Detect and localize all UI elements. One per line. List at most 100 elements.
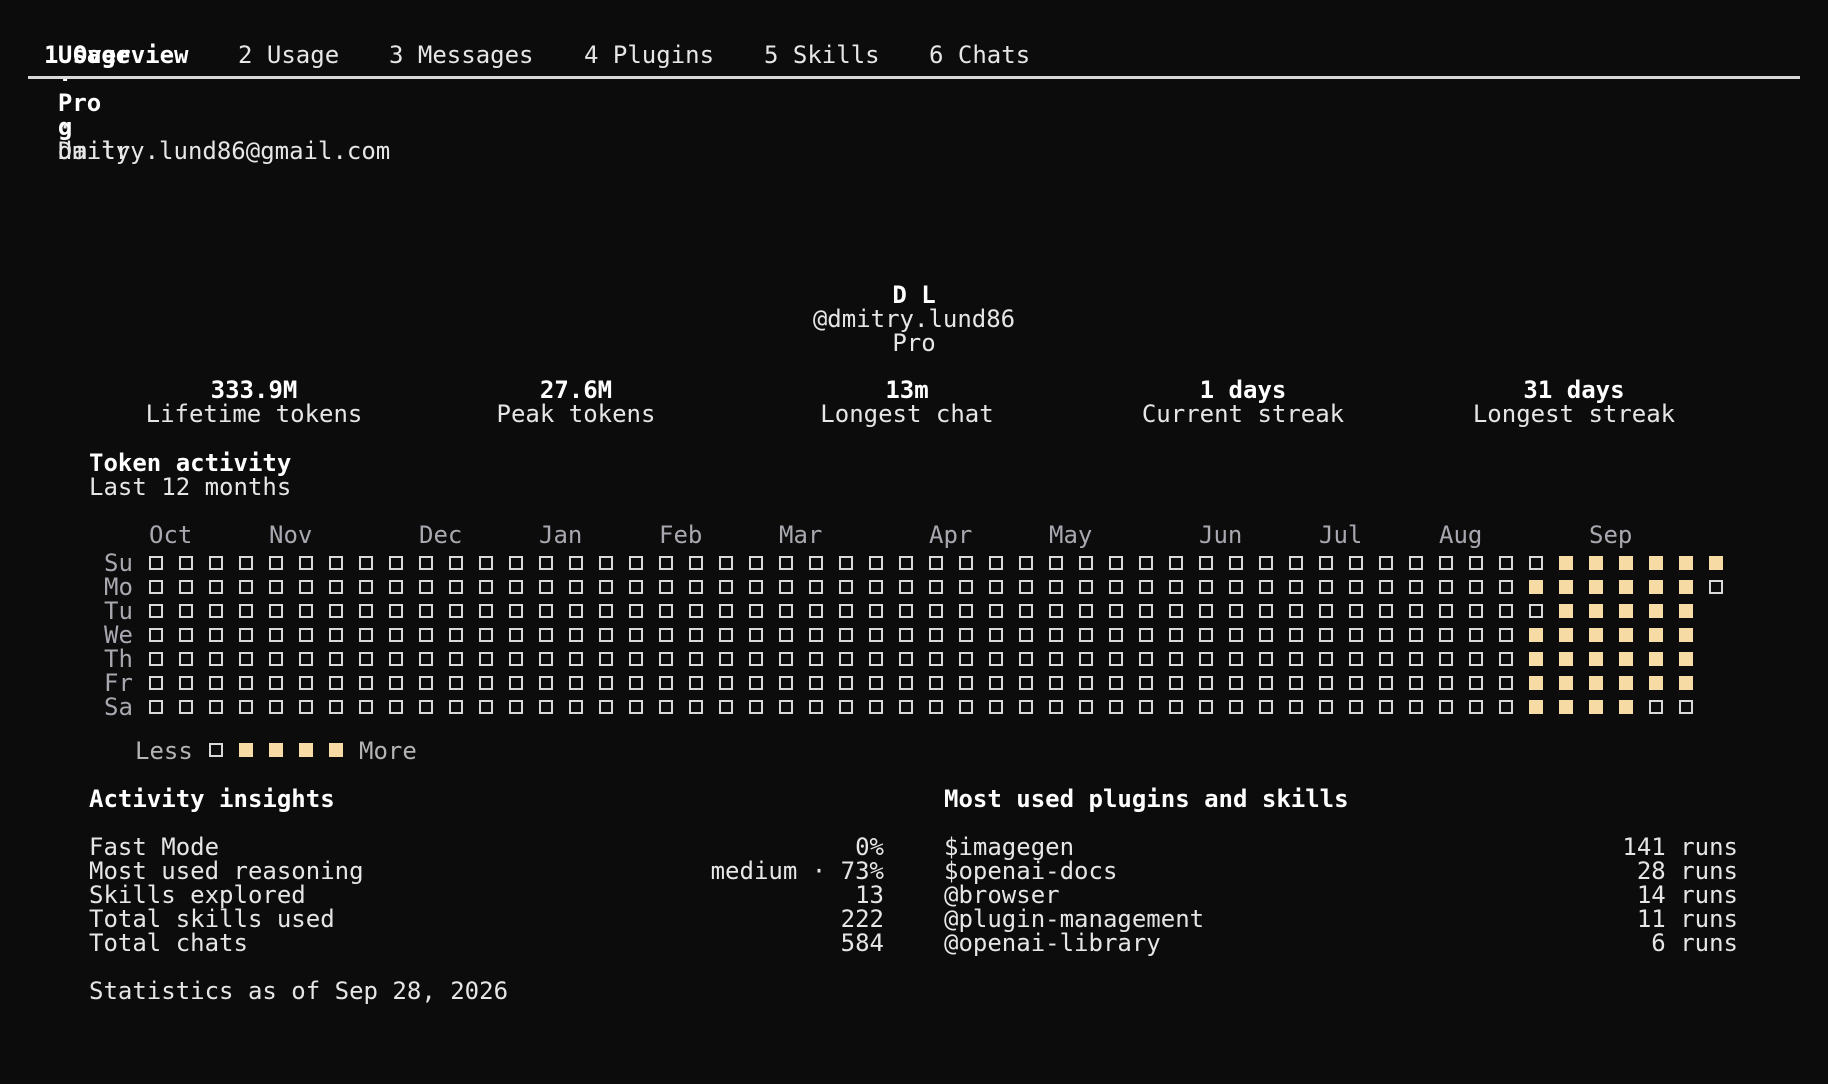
activity-cell xyxy=(509,628,523,642)
activity-cell xyxy=(509,700,523,714)
activity-cell-active xyxy=(1649,604,1663,618)
activity-cell xyxy=(149,700,163,714)
tab-chats[interactable]: 6 Chats xyxy=(929,43,1030,67)
activity-cell xyxy=(449,652,463,666)
activity-cell-active xyxy=(1529,700,1543,714)
activity-cell xyxy=(1109,676,1123,690)
activity-cell xyxy=(1289,604,1303,618)
activity-subtitle: Last 12 months xyxy=(89,473,292,501)
activity-cell xyxy=(719,580,733,594)
activity-cell xyxy=(1439,580,1453,594)
stat-value: 1 days xyxy=(1199,376,1287,404)
activity-cell xyxy=(869,580,883,594)
activity-cell xyxy=(929,556,943,570)
activity-cell xyxy=(809,604,823,618)
activity-cell xyxy=(239,652,253,666)
activity-cell xyxy=(689,556,703,570)
tab-overview[interactable]: 1 Overview xyxy=(44,43,189,67)
activity-cell-active xyxy=(1619,580,1633,594)
activity-cell xyxy=(1319,676,1333,690)
activity-cell xyxy=(1469,604,1483,618)
activity-cell xyxy=(329,556,343,570)
activity-cell xyxy=(869,700,883,714)
tab-skills[interactable]: 5 Skills xyxy=(764,43,880,67)
activity-cell xyxy=(269,556,283,570)
insight-value: 584 xyxy=(840,929,884,957)
plugin-runs: 6 runs xyxy=(1651,929,1738,957)
activity-cell xyxy=(869,556,883,570)
activity-cell xyxy=(1349,604,1363,618)
activity-cell xyxy=(1049,580,1063,594)
activity-cell xyxy=(209,676,223,690)
tab-plugins[interactable]: 4 Plugins xyxy=(584,43,714,67)
activity-cell xyxy=(1469,556,1483,570)
activity-cell xyxy=(1049,700,1063,714)
activity-cell xyxy=(479,556,493,570)
activity-cell xyxy=(869,676,883,690)
activity-cell xyxy=(689,580,703,594)
activity-cell xyxy=(419,652,433,666)
insight-value: 0% xyxy=(855,833,884,861)
activity-cell xyxy=(179,604,193,618)
legend-less: Less xyxy=(135,737,193,765)
activity-cell xyxy=(629,652,643,666)
activity-cell xyxy=(449,604,463,618)
activity-cell xyxy=(1229,700,1243,714)
activity-cell-active xyxy=(1589,676,1603,690)
plugin-runs: 14 runs xyxy=(1636,881,1738,909)
activity-cell xyxy=(1079,604,1093,618)
activity-cell xyxy=(1109,628,1123,642)
activity-cell xyxy=(1439,676,1453,690)
activity-cell xyxy=(1289,700,1303,714)
activity-cell xyxy=(839,604,853,618)
activity-cell xyxy=(329,580,343,594)
activity-cell xyxy=(179,700,193,714)
activity-cell xyxy=(179,652,193,666)
tab-usage[interactable]: 2 Usage xyxy=(238,43,339,67)
activity-cell xyxy=(479,628,493,642)
activity-cell xyxy=(1229,556,1243,570)
activity-cell xyxy=(209,628,223,642)
activity-cell xyxy=(1199,676,1213,690)
activity-cell xyxy=(1349,628,1363,642)
activity-cell xyxy=(1199,628,1213,642)
activity-cell xyxy=(1289,556,1303,570)
activity-cell xyxy=(659,628,673,642)
plugin-name: @openai-library xyxy=(944,929,1161,957)
activity-cell xyxy=(719,628,733,642)
activity-cell xyxy=(659,676,673,690)
activity-cell xyxy=(1649,700,1663,714)
activity-cell xyxy=(1499,604,1513,618)
activity-cell xyxy=(419,628,433,642)
activity-cell xyxy=(179,676,193,690)
tab-messages[interactable]: 3 Messages xyxy=(389,43,534,67)
activity-cell xyxy=(1259,652,1273,666)
activity-cell xyxy=(1259,628,1273,642)
activity-cell xyxy=(1049,676,1063,690)
activity-cell xyxy=(1109,556,1123,570)
activity-cell xyxy=(1469,580,1483,594)
activity-cell xyxy=(659,556,673,570)
activity-cell xyxy=(149,652,163,666)
profile-initials: D L xyxy=(892,281,936,309)
granularity-toggle[interactable]: g Daily xyxy=(29,91,130,163)
activity-cell-active xyxy=(1649,652,1663,666)
activity-cell xyxy=(1019,700,1033,714)
activity-cell xyxy=(419,676,433,690)
activity-cell xyxy=(1139,652,1153,666)
activity-cell xyxy=(569,676,583,690)
activity-cell-active xyxy=(1589,628,1603,642)
activity-cell xyxy=(1319,580,1333,594)
activity-cell xyxy=(749,676,763,690)
plugins-title: Most used plugins and skills xyxy=(944,785,1349,813)
activity-cell xyxy=(149,604,163,618)
activity-cell xyxy=(629,580,643,594)
activity-cell xyxy=(809,628,823,642)
activity-cell xyxy=(629,604,643,618)
activity-cell xyxy=(719,556,733,570)
weekday-label: Sa xyxy=(104,693,133,721)
activity-cell xyxy=(599,556,613,570)
weekday-label: Th xyxy=(104,645,133,673)
activity-cell xyxy=(779,652,793,666)
insight-value: medium · 73% xyxy=(710,857,884,885)
